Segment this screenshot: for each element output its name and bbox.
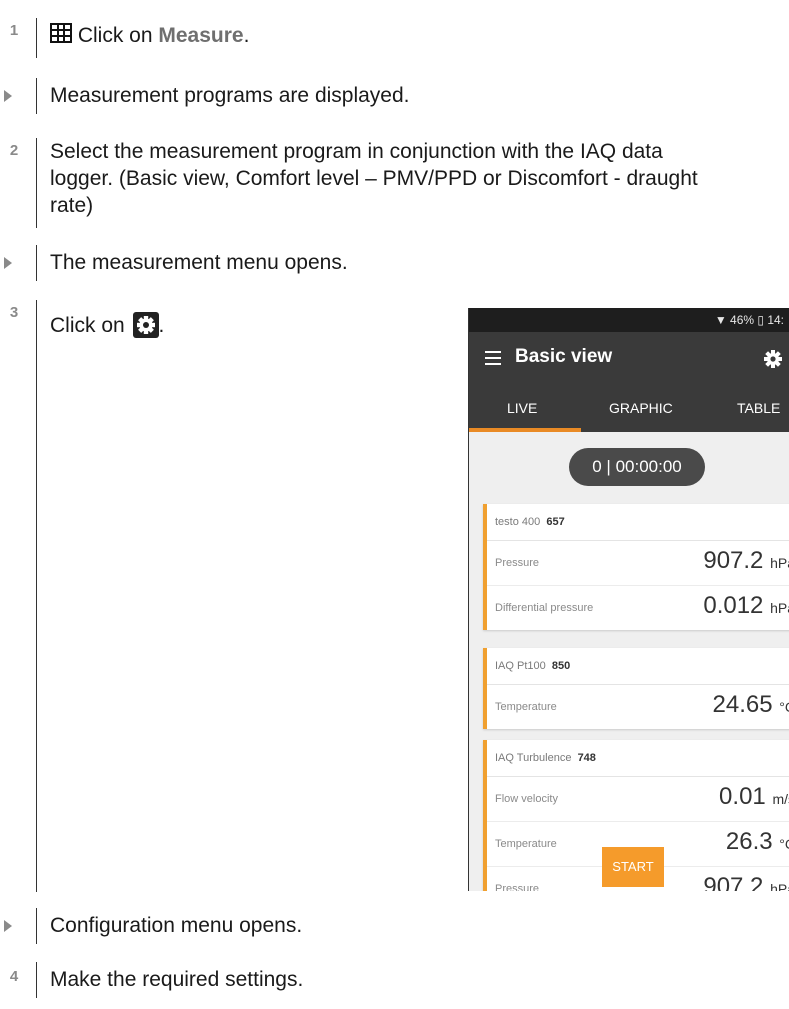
- step-number: 2: [9, 142, 19, 159]
- step-divider: [36, 138, 37, 228]
- tab-graphic[interactable]: GRAPHIC: [609, 400, 673, 416]
- step-divider: [36, 908, 37, 944]
- result-arrow-icon: [4, 257, 12, 269]
- reading-row: Pressure 907.2 hPa: [487, 541, 789, 586]
- settings-gear-icon[interactable]: [762, 348, 784, 370]
- reading-label: Temperature: [495, 838, 557, 850]
- step-text: Make the required settings.: [50, 968, 304, 991]
- active-tab-indicator: [469, 428, 581, 432]
- reading-value: 907.2 hPa: [703, 873, 789, 891]
- reading-value: 907.2 hPa: [703, 547, 789, 574]
- device-name: IAQ Pt100: [495, 660, 546, 672]
- start-button[interactable]: START: [602, 847, 664, 887]
- step-text-suffix: .: [158, 314, 165, 337]
- status-bar: ▼ 46% ▯ 14:: [469, 308, 789, 332]
- reading-value: 0.01 m/s: [719, 783, 789, 810]
- menu-icon[interactable]: [485, 351, 501, 369]
- result-arrow-icon: [4, 920, 12, 932]
- result-text: The measurement menu opens.: [50, 251, 348, 274]
- reading-row: Temperature 24.65 °C: [487, 685, 789, 729]
- result-1: Measurement programs are displayed.: [0, 78, 789, 114]
- step-divider: [36, 245, 37, 281]
- reading-label: Temperature: [495, 701, 557, 713]
- reading-label: Differential pressure: [495, 602, 594, 614]
- phone-screenshot: ▼ 46% ▯ 14: Basic view LIVE GRAPHIC TABL…: [468, 308, 789, 891]
- result-text: Measurement programs are displayed.: [50, 84, 410, 107]
- reading-label: Flow velocity: [495, 793, 558, 805]
- step-2: 2 Select the measurement program in conj…: [0, 138, 789, 228]
- device-card: IAQ Pt100 850 Temperature 24.65 °C: [483, 648, 789, 729]
- device-name: testo 400: [495, 516, 541, 528]
- grid-icon: [50, 23, 72, 43]
- step-text-suffix: .: [243, 24, 250, 47]
- app-bar: Basic view: [469, 332, 789, 386]
- result-arrow-icon: [4, 90, 12, 102]
- reading-value: 0.012 hPa: [703, 592, 789, 619]
- step-text: Click on Measure.: [50, 22, 249, 49]
- step-divider: [36, 300, 37, 892]
- device-id: 657: [546, 516, 565, 528]
- step-divider: [36, 78, 37, 114]
- reading-value: 24.65 °C: [712, 691, 789, 718]
- step-text-prefix: Click on: [50, 314, 131, 337]
- reading-label: Pressure: [495, 557, 540, 569]
- measurement-timer: 0 | 00:00:00: [569, 448, 705, 486]
- device-id: 850: [551, 660, 571, 672]
- step-number: 3: [9, 304, 19, 321]
- result-text: Configuration menu opens.: [50, 914, 303, 937]
- step-number: 1: [9, 22, 19, 39]
- result-2: The measurement menu opens.: [0, 245, 789, 281]
- device-id: 748: [577, 752, 596, 764]
- card-header: IAQ Pt100 850: [487, 648, 789, 685]
- step-text: Select the measurement program in conjun…: [50, 138, 698, 219]
- step-text: Click on .: [50, 312, 164, 339]
- reading-value: 26.3 °C: [725, 828, 789, 855]
- step-divider: [36, 962, 37, 998]
- step-text-line: logger. (Basic view, Comfort level – PMV…: [50, 167, 698, 190]
- measure-keyword: Measure: [158, 24, 244, 47]
- tab-bar: LIVE GRAPHIC TABLE: [469, 386, 789, 432]
- step-text-prefix: Click on: [77, 24, 159, 47]
- device-card: testo 400 657 Pressure 907.2 hPa Differe…: [483, 504, 789, 630]
- tab-live[interactable]: LIVE: [507, 400, 537, 416]
- step-number: 4: [9, 968, 19, 985]
- tab-table[interactable]: TABLE: [737, 400, 780, 416]
- card-header: IAQ Turbulence 748: [487, 740, 789, 777]
- card-header: testo 400 657: [487, 504, 789, 541]
- step-4: 4 Make the required settings.: [0, 962, 789, 998]
- gear-icon: [132, 312, 159, 338]
- result-3: Configuration menu opens.: [0, 908, 789, 944]
- page-title: Basic view: [515, 346, 613, 367]
- step-text-line: rate): [50, 194, 94, 217]
- reading-row: Flow velocity 0.01 m/s: [487, 777, 789, 822]
- reading-label: Pressure: [495, 883, 540, 891]
- reading-row: Differential pressure 0.012 hPa: [487, 586, 789, 630]
- step-text-line: Select the measurement program in conjun…: [50, 140, 663, 163]
- step-1: 1 Click on Measure.: [0, 18, 789, 58]
- step-divider: [36, 18, 37, 58]
- device-name: IAQ Turbulence: [495, 752, 572, 764]
